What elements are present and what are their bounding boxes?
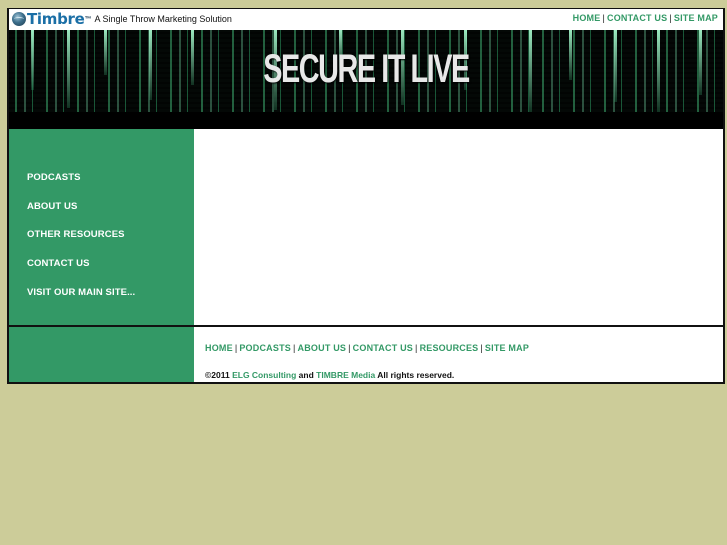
footer-sidebar [9, 327, 194, 382]
separator: | [669, 13, 672, 23]
footer-link-site-map[interactable]: SITE MAP [485, 343, 529, 353]
footer: HOME | PODCASTS | ABOUT US | CONTACT US | RESOUR… [194, 327, 723, 382]
top-link-home[interactable]: HOME [573, 13, 601, 23]
copyright-notice: ©2011 ELG Consulting and TIMBRE Media Al… [205, 370, 454, 380]
footer-nav: HOME | PODCASTS | ABOUT US | CONTACT US | RESOUR… [205, 343, 529, 353]
footer-link-contact-us[interactable]: CONTACT US [353, 343, 413, 353]
sidebar-nav: PODCASTS ABOUT US OTHER RESOURCES CONTAC… [9, 129, 194, 325]
top-nav: HOME | CONTACT US | SITE MAP [573, 13, 718, 23]
sidebar-item-other-resources[interactable]: OTHER RESOURCES [27, 229, 125, 240]
tagline: A Single Throw Marketing Solution [94, 14, 232, 24]
separator: | [234, 343, 238, 353]
sidebar-item-podcasts[interactable]: PODCASTS [27, 172, 81, 183]
timbre-logo[interactable]: Timbre ™ A Single Throw Marketing Solutio… [12, 11, 232, 27]
globe-icon [12, 12, 26, 26]
footer-link-resources[interactable]: RESOURCES [420, 343, 479, 353]
sidebar-item-visit-main-site[interactable]: VISIT OUR MAIN SITE... [27, 287, 135, 298]
separator: | [480, 343, 483, 353]
banner-title: SECURE IT LIVE [263, 47, 470, 91]
separator: | [348, 343, 351, 353]
logo-wordmark: Timbre [27, 10, 85, 28]
banner-image: SECURE IT LIVE [9, 30, 723, 112]
matrix-rain-streak [67, 30, 70, 108]
matrix-rain-streak [699, 30, 702, 95]
top-link-site-map[interactable]: SITE MAP [674, 13, 718, 23]
footer-link-about-us[interactable]: ABOUT US [298, 343, 347, 353]
matrix-rain-streak [31, 30, 34, 90]
page-container: Timbre ™ A Single Throw Marketing Solutio… [7, 8, 725, 384]
footer-link-home[interactable]: HOME [205, 343, 233, 353]
elg-consulting-link[interactable]: ELG Consulting [232, 370, 296, 380]
sidebar-item-about-us[interactable]: ABOUT US [27, 201, 77, 212]
separator: | [602, 13, 605, 23]
separator: | [415, 343, 418, 353]
matrix-rain-streak [104, 30, 107, 75]
conjunction-text: and [298, 370, 314, 380]
top-bar: Timbre ™ A Single Throw Marketing Solutio… [9, 9, 723, 30]
black-strip [9, 112, 723, 129]
matrix-rain-streak [657, 30, 660, 112]
trademark-symbol: ™ [84, 15, 92, 23]
top-link-contact-us[interactable]: CONTACT US [607, 13, 667, 23]
sidebar-item-contact-us[interactable]: CONTACT US [27, 258, 90, 269]
copyright-year: ©2011 [205, 370, 230, 380]
rights-text: All rights reserved. [377, 370, 455, 380]
timbre-media-link[interactable]: TIMBRE Media [316, 370, 375, 380]
footer-link-podcasts[interactable]: PODCASTS [239, 343, 291, 353]
main-content [194, 129, 723, 325]
separator: | [292, 343, 296, 353]
